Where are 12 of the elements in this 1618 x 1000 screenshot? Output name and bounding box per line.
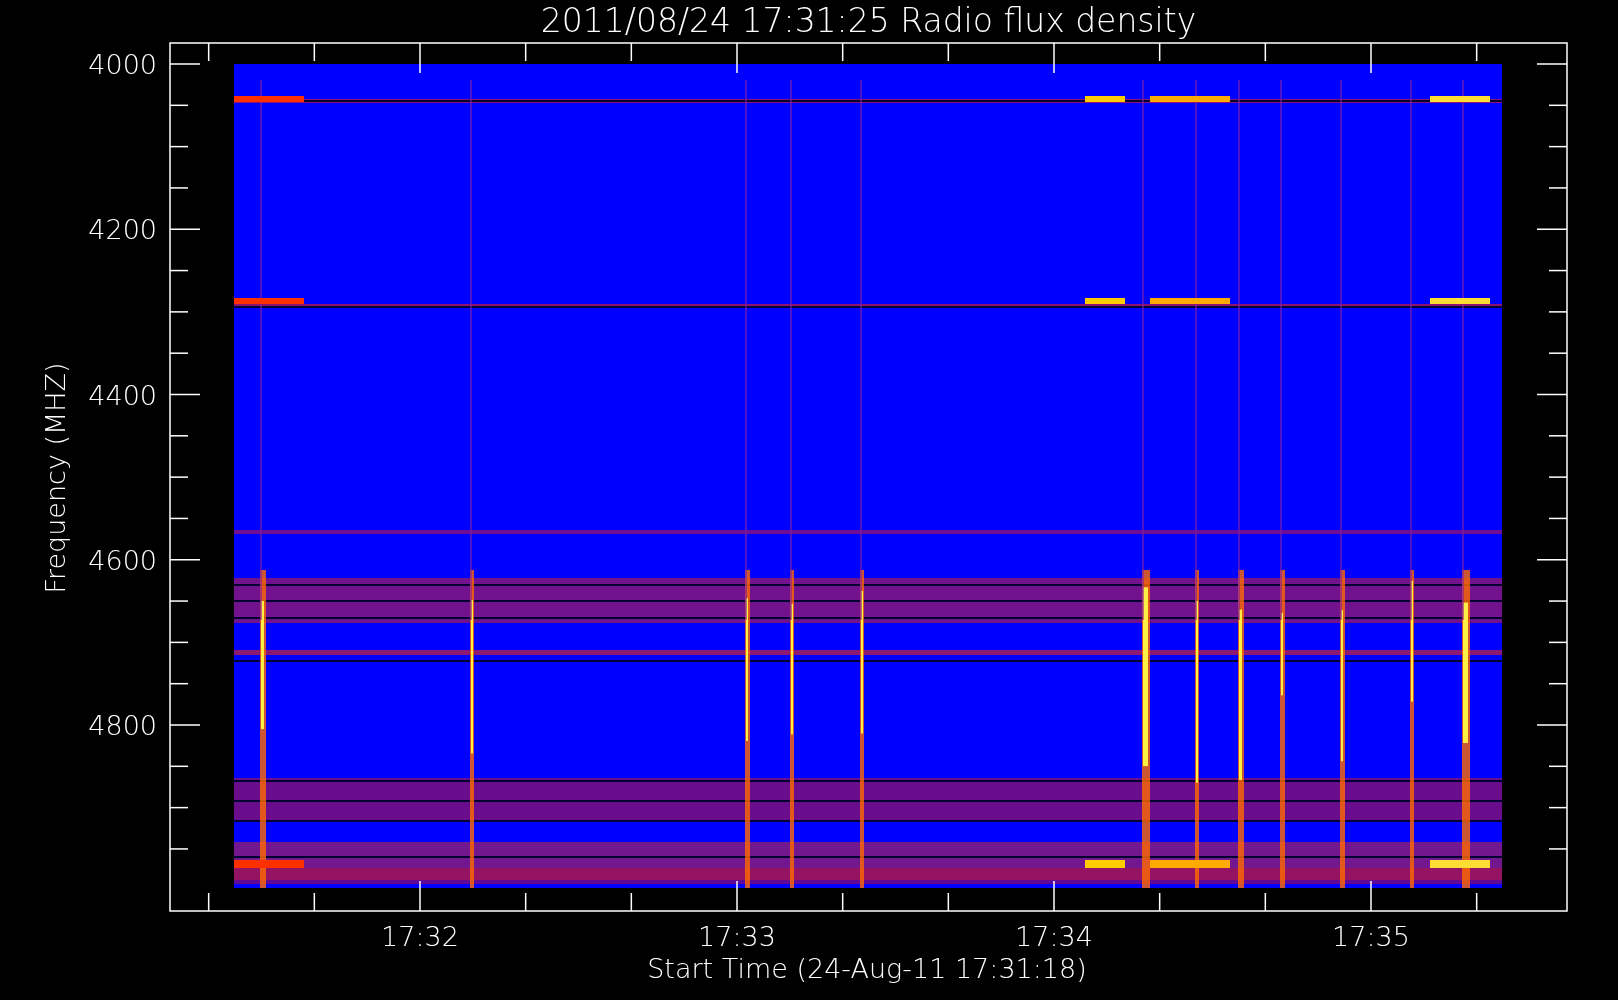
x-tick-label: 17:35 <box>1332 921 1410 952</box>
y-tick-label: 4200 <box>88 214 157 246</box>
y-tick-label: 4600 <box>88 544 157 576</box>
plot-title: 2011/08/24 17:31:25 Radio flux density <box>540 1 1197 40</box>
x-axis-label: Start Time (24-Aug-11 17:31:18) <box>647 953 1087 984</box>
y-tick-label: 4000 <box>88 49 157 80</box>
x-tick-label: 17:32 <box>381 921 459 952</box>
y-tick-label: 4800 <box>88 710 157 741</box>
x-tick-label: 17:34 <box>1015 921 1093 952</box>
y-tick-label: 4400 <box>88 379 157 411</box>
x-tick-label: 17:33 <box>698 921 776 952</box>
y-axis-label: Frequency (MHZ) <box>40 362 71 594</box>
